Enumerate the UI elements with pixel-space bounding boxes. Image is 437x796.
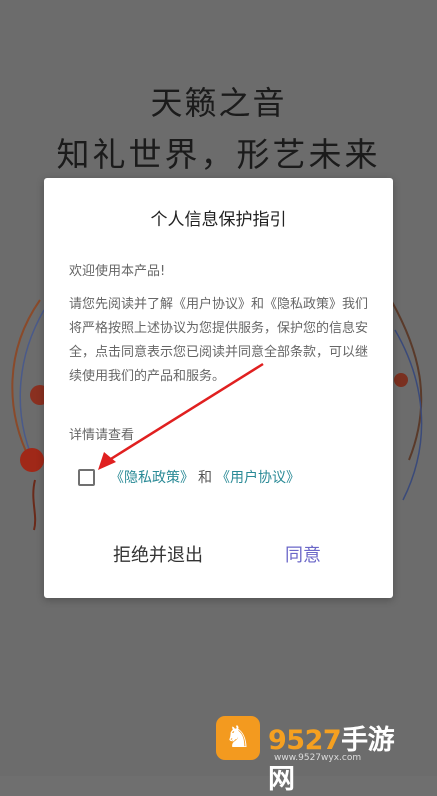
site-watermark: ♞ 9527手游网 www.9527wyx.com xyxy=(216,716,416,795)
horse-icon: ♞ xyxy=(216,716,260,760)
watermark-url: www.9527wyx.com xyxy=(274,753,362,763)
watermark-digits: 9527 xyxy=(268,725,342,756)
annotation-arrow-icon xyxy=(98,362,264,470)
